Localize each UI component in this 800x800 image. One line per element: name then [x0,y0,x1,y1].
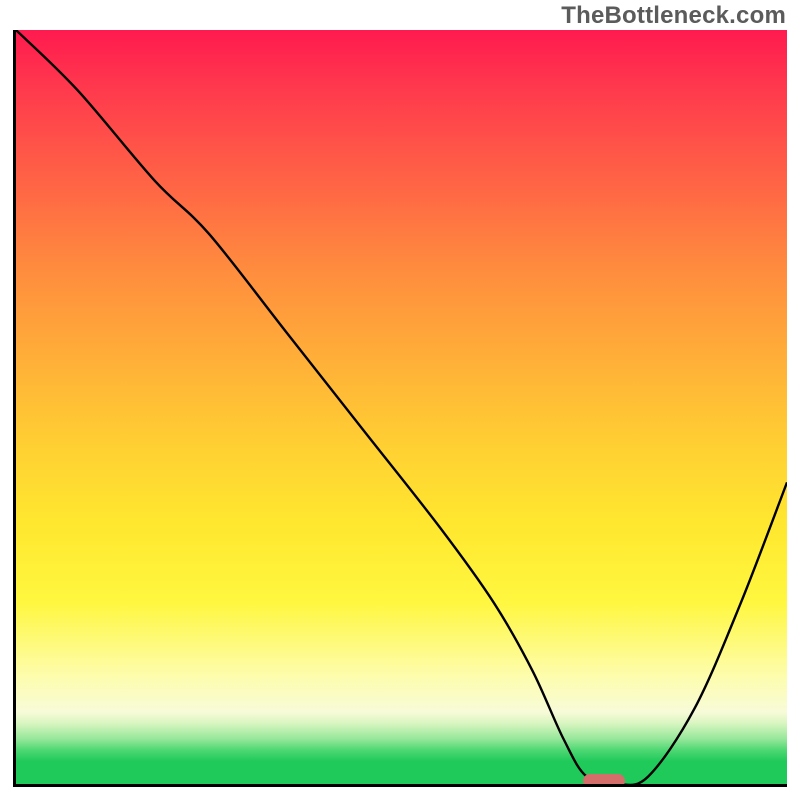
minimum-marker [583,774,625,787]
watermark-text: TheBottleneck.com [561,2,786,30]
plot-area [13,30,787,787]
chart-root: TheBottleneck.com [0,0,800,800]
bottleneck-curve [16,30,787,784]
